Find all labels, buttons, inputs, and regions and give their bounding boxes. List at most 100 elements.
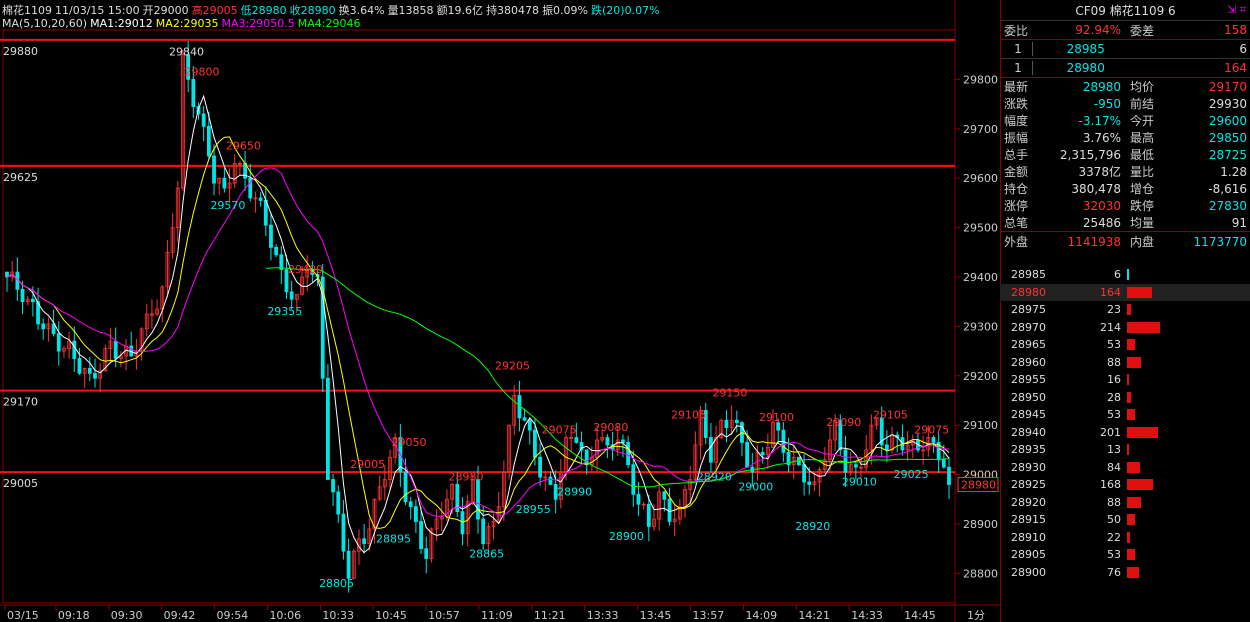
price-annotation: 29570: [210, 199, 245, 212]
x-tick-label: 10:06: [269, 609, 301, 622]
depth-row[interactable]: 28955 16: [1000, 371, 1250, 389]
candle-body: [413, 506, 418, 522]
depth-row[interactable]: 28975 23: [1000, 301, 1250, 319]
depth-row[interactable]: 28960 88: [1000, 354, 1250, 372]
x-tick-label: 14:09: [745, 609, 777, 622]
price-annotation: 28805: [319, 577, 354, 590]
depth-volume: 168: [1100, 478, 1121, 492]
sell-level: 1: [1001, 42, 1033, 56]
ma-line: [6, 167, 950, 517]
y-tick-label: 29100: [963, 419, 998, 432]
depth-row[interactable]: 28940 201: [1000, 424, 1250, 442]
quote-header-item: 换3.64%: [338, 4, 385, 17]
ma-header-item: MA4:29046: [297, 17, 361, 30]
stat-label: 前结: [1130, 97, 1155, 111]
x-tick-label: 10:45: [375, 609, 407, 622]
quote-header-item: 振0.09%: [542, 4, 589, 17]
depth-price: 28985: [1011, 268, 1046, 282]
candle-body: [326, 377, 330, 480]
candle-body: [533, 429, 537, 458]
x-tick-label: 13:45: [640, 609, 672, 622]
quote-header-item: 开29000: [142, 4, 189, 17]
price-annotation: 29840: [169, 46, 204, 59]
stat-label: 最高: [1130, 131, 1155, 145]
candle-body: [113, 340, 118, 359]
x-tick-label: 09:54: [217, 609, 249, 622]
last-price-text: 28980: [961, 478, 996, 491]
buy-price: 28980: [1066, 61, 1105, 75]
ma-header: MA(5,10,20,60) MA1:29012 MA2:29035 MA3:2905…: [2, 17, 363, 30]
candle-body: [424, 548, 429, 559]
depth-volume: 22: [1107, 530, 1121, 544]
weicha-value: 158: [1224, 23, 1247, 37]
candle-body: [30, 298, 35, 303]
price-annotation: 29355: [267, 305, 302, 318]
candle-body: [538, 456, 543, 478]
depth-price: 28915: [1011, 513, 1046, 527]
chart-tool-icons[interactable]: ⇲ ⌗: [1227, 3, 1246, 17]
buy-1-row[interactable]: 1 28980 164: [1001, 58, 1250, 78]
candle-body: [605, 437, 610, 446]
stat-label: 最新: [1004, 80, 1029, 94]
panel-title-text: CF09 棉花1109 6: [1075, 3, 1176, 18]
price-annotation: 29205: [495, 359, 530, 372]
depth-bar: [1127, 531, 1131, 543]
stat-value: 29930: [1208, 96, 1247, 111]
depth-bar: [1127, 321, 1160, 333]
candle-body: [527, 419, 532, 431]
x-tick-label: 13:57: [693, 609, 725, 622]
depth-volume: 13: [1107, 443, 1121, 457]
candle-body: [662, 491, 667, 500]
price-annotation: 29150: [712, 386, 747, 399]
depth-row[interactable]: 28905 53: [1000, 546, 1250, 564]
depth-row[interactable]: 28925 168: [1000, 476, 1250, 494]
depth-row[interactable]: 28930 84: [1000, 459, 1250, 477]
price-annotation: 28895: [376, 532, 411, 545]
stat-value: -8,616: [1208, 181, 1247, 196]
depth-price: 28900: [1011, 565, 1046, 579]
depth-row[interactable]: 28985 6: [1000, 266, 1250, 284]
depth-bar: [1127, 444, 1129, 455]
depth-row[interactable]: 28965 53: [1000, 336, 1250, 354]
depth-volume: 88: [1107, 355, 1121, 369]
ma-header-item: MA1:29012: [90, 17, 153, 30]
period-label: 1分: [967, 609, 985, 622]
candle-body: [734, 419, 739, 424]
candle-body: [77, 358, 82, 374]
price-annotation: 28900: [609, 530, 644, 543]
stat-value: -3.17%: [1078, 113, 1121, 128]
candle-body: [20, 288, 25, 303]
depth-row[interactable]: 28950 28: [1000, 389, 1250, 407]
candle-body: [87, 367, 92, 374]
candle-body: [724, 419, 729, 429]
h-line-label: 29880: [3, 45, 38, 58]
quote-header-item: 收28980: [289, 4, 336, 17]
depth-row[interactable]: 28970 214: [1000, 319, 1250, 337]
depth-row[interactable]: 28945 53: [1000, 406, 1250, 424]
depth-row[interactable]: 28935 13: [1000, 441, 1250, 459]
stat-value: 25486: [1082, 215, 1121, 230]
kline-svg[interactable]: 28800 28900 29000 29100 29200 29300 29400 29500…: [0, 0, 1000, 622]
price-annotation: 29075: [542, 424, 577, 437]
stat-value: 32030: [1082, 198, 1121, 213]
price-annotation: 29080: [593, 421, 628, 434]
kline-chart[interactable]: 28800 28900 29000 29100 29200 29300 29400 29500…: [0, 0, 1000, 622]
price-annotation: 29050: [392, 436, 427, 449]
depth-row[interactable]: 28980 164: [1000, 283, 1250, 301]
stat-row: 幅度 -3.17% 今开 29600: [1001, 112, 1250, 129]
depth-list[interactable]: 28985 6 28980 164 28975 23 28970 214 28965 53 2896…: [1000, 266, 1250, 581]
x-tick-label: 14:21: [798, 609, 830, 622]
stat-row: 持仓 380,478 增仓 -8,616: [1001, 180, 1250, 197]
depth-row[interactable]: 28910 22: [1000, 529, 1250, 547]
stat-row: 涨跌 -950 前结 29930: [1001, 95, 1250, 112]
depth-volume: 50: [1107, 513, 1121, 527]
depth-row[interactable]: 28920 88: [1000, 494, 1250, 512]
depth-bar: [1127, 566, 1139, 578]
y-tick-label: 29700: [963, 123, 998, 136]
sell-1-row[interactable]: 1 28985 6: [1001, 39, 1250, 58]
ma-header-item: MA(5,10,20,60): [2, 17, 88, 30]
x-tick-label: 11:09: [481, 609, 513, 622]
depth-row[interactable]: 28900 76: [1000, 564, 1250, 582]
depth-row[interactable]: 28915 50: [1000, 511, 1250, 529]
price-annotation: 29105: [873, 409, 908, 422]
